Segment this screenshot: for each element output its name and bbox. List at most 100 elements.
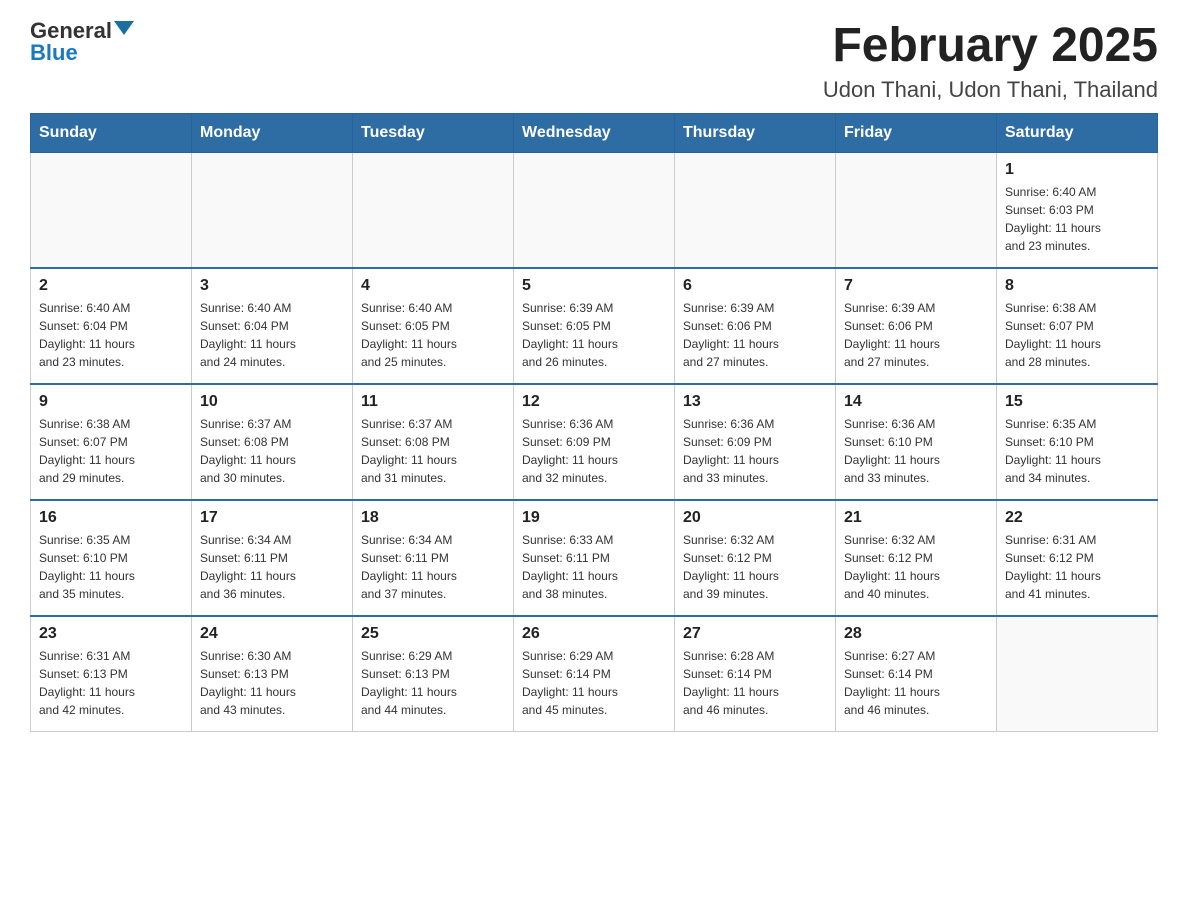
calendar-cell: 4 Sunrise: 6:40 AMSunset: 6:05 PMDaylight… bbox=[353, 268, 514, 384]
calendar-cell: 16 Sunrise: 6:35 AMSunset: 6:10 PMDayligh… bbox=[31, 500, 192, 616]
day-number: 18 bbox=[361, 509, 505, 527]
calendar-cell: 10 Sunrise: 6:37 AMSunset: 6:08 PMDayligh… bbox=[192, 384, 353, 500]
calendar-cell bbox=[997, 616, 1158, 732]
calendar-cell: 14Sunrise: 6:36 AMSunset: 6:10 PMDayligh… bbox=[836, 384, 997, 500]
day-info: Sunrise: 6:34 AMSunset: 6:11 PMDaylight:… bbox=[200, 531, 344, 603]
calendar-cell bbox=[192, 152, 353, 268]
day-info: Sunrise: 6:32 AMSunset: 6:12 PMDaylight:… bbox=[683, 531, 827, 603]
day-info: Sunrise: 6:37 AMSunset: 6:08 PMDaylight:… bbox=[361, 415, 505, 487]
calendar-cell bbox=[353, 152, 514, 268]
day-number: 28 bbox=[844, 625, 988, 643]
day-number: 4 bbox=[361, 277, 505, 295]
calendar-cell: 17 Sunrise: 6:34 AMSunset: 6:11 PMDayligh… bbox=[192, 500, 353, 616]
calendar-cell: 15 Sunrise: 6:35 AMSunset: 6:10 PMDayligh… bbox=[997, 384, 1158, 500]
calendar-week-row: 23 Sunrise: 6:31 AMSunset: 6:13 PMDayligh… bbox=[31, 616, 1158, 732]
weekday-header-row: SundayMondayTuesdayWednesdayThursdayFrid… bbox=[31, 113, 1158, 152]
day-info: Sunrise: 6:40 AMSunset: 6:04 PMDaylight:… bbox=[39, 299, 183, 371]
day-info: Sunrise: 6:36 AMSunset: 6:09 PMDaylight:… bbox=[683, 415, 827, 487]
day-info: Sunrise: 6:40 AMSunset: 6:03 PMDaylight:… bbox=[1005, 183, 1149, 255]
calendar-cell: 26 Sunrise: 6:29 AMSunset: 6:14 PMDayligh… bbox=[514, 616, 675, 732]
day-number: 16 bbox=[39, 509, 183, 527]
day-info: Sunrise: 6:36 AMSunset: 6:10 PMDaylight:… bbox=[844, 415, 988, 487]
calendar-cell: 11 Sunrise: 6:37 AMSunset: 6:08 PMDayligh… bbox=[353, 384, 514, 500]
calendar-cell: 21 Sunrise: 6:32 AMSunset: 6:12 PMDayligh… bbox=[836, 500, 997, 616]
day-info: Sunrise: 6:37 AMSunset: 6:08 PMDaylight:… bbox=[200, 415, 344, 487]
calendar-cell: 3Sunrise: 6:40 AMSunset: 6:04 PMDaylight… bbox=[192, 268, 353, 384]
calendar-subtitle: Udon Thani, Udon Thani, Thailand bbox=[823, 77, 1158, 103]
calendar-cell: 28 Sunrise: 6:27 AMSunset: 6:14 PMDayligh… bbox=[836, 616, 997, 732]
day-number: 1 bbox=[1005, 161, 1149, 179]
day-info: Sunrise: 6:39 AMSunset: 6:06 PMDaylight:… bbox=[683, 299, 827, 371]
day-info: Sunrise: 6:34 AMSunset: 6:11 PMDaylight:… bbox=[361, 531, 505, 603]
calendar-week-row: 1 Sunrise: 6:40 AMSunset: 6:03 PMDaylight… bbox=[31, 152, 1158, 268]
day-info: Sunrise: 6:33 AMSunset: 6:11 PMDaylight:… bbox=[522, 531, 666, 603]
day-number: 21 bbox=[844, 509, 988, 527]
day-number: 8 bbox=[1005, 277, 1149, 295]
day-number: 23 bbox=[39, 625, 183, 643]
day-number: 12 bbox=[522, 393, 666, 411]
day-number: 26 bbox=[522, 625, 666, 643]
weekday-header-wednesday: Wednesday bbox=[514, 113, 675, 152]
day-number: 10 bbox=[200, 393, 344, 411]
day-info: Sunrise: 6:35 AMSunset: 6:10 PMDaylight:… bbox=[1005, 415, 1149, 487]
day-number: 19 bbox=[522, 509, 666, 527]
weekday-header-sunday: Sunday bbox=[31, 113, 192, 152]
calendar-cell: 2Sunrise: 6:40 AMSunset: 6:04 PMDaylight… bbox=[31, 268, 192, 384]
calendar-cell: 24 Sunrise: 6:30 AMSunset: 6:13 PMDayligh… bbox=[192, 616, 353, 732]
calendar-cell bbox=[675, 152, 836, 268]
weekday-header-thursday: Thursday bbox=[675, 113, 836, 152]
calendar-cell: 18 Sunrise: 6:34 AMSunset: 6:11 PMDayligh… bbox=[353, 500, 514, 616]
logo-triangle-icon bbox=[114, 21, 134, 35]
day-info: Sunrise: 6:31 AMSunset: 6:12 PMDaylight:… bbox=[1005, 531, 1149, 603]
weekday-header-monday: Monday bbox=[192, 113, 353, 152]
logo-blue-text: Blue bbox=[30, 42, 78, 64]
weekday-header-tuesday: Tuesday bbox=[353, 113, 514, 152]
day-info: Sunrise: 6:30 AMSunset: 6:13 PMDaylight:… bbox=[200, 647, 344, 719]
calendar-cell bbox=[31, 152, 192, 268]
calendar-cell: 22 Sunrise: 6:31 AMSunset: 6:12 PMDayligh… bbox=[997, 500, 1158, 616]
day-info: Sunrise: 6:39 AMSunset: 6:05 PMDaylight:… bbox=[522, 299, 666, 371]
day-info: Sunrise: 6:27 AMSunset: 6:14 PMDaylight:… bbox=[844, 647, 988, 719]
day-info: Sunrise: 6:31 AMSunset: 6:13 PMDaylight:… bbox=[39, 647, 183, 719]
calendar-week-row: 16 Sunrise: 6:35 AMSunset: 6:10 PMDayligh… bbox=[31, 500, 1158, 616]
day-number: 27 bbox=[683, 625, 827, 643]
day-number: 15 bbox=[1005, 393, 1149, 411]
day-number: 22 bbox=[1005, 509, 1149, 527]
day-info: Sunrise: 6:35 AMSunset: 6:10 PMDaylight:… bbox=[39, 531, 183, 603]
page-header: General Blue February 2025 Udon Thani, U… bbox=[30, 20, 1158, 103]
day-info: Sunrise: 6:29 AMSunset: 6:14 PMDaylight:… bbox=[522, 647, 666, 719]
calendar-cell: 5 Sunrise: 6:39 AMSunset: 6:05 PMDaylight… bbox=[514, 268, 675, 384]
day-info: Sunrise: 6:40 AMSunset: 6:05 PMDaylight:… bbox=[361, 299, 505, 371]
calendar-cell: 7Sunrise: 6:39 AMSunset: 6:06 PMDaylight… bbox=[836, 268, 997, 384]
day-number: 3 bbox=[200, 277, 344, 295]
calendar-cell: 9Sunrise: 6:38 AMSunset: 6:07 PMDaylight… bbox=[31, 384, 192, 500]
day-number: 17 bbox=[200, 509, 344, 527]
calendar-cell bbox=[836, 152, 997, 268]
day-info: Sunrise: 6:32 AMSunset: 6:12 PMDaylight:… bbox=[844, 531, 988, 603]
calendar-cell: 25 Sunrise: 6:29 AMSunset: 6:13 PMDayligh… bbox=[353, 616, 514, 732]
logo-general-text: General bbox=[30, 20, 112, 42]
day-number: 11 bbox=[361, 393, 505, 411]
day-number: 6 bbox=[683, 277, 827, 295]
day-info: Sunrise: 6:29 AMSunset: 6:13 PMDaylight:… bbox=[361, 647, 505, 719]
calendar-cell: 27Sunrise: 6:28 AMSunset: 6:14 PMDayligh… bbox=[675, 616, 836, 732]
calendar-cell: 12 Sunrise: 6:36 AMSunset: 6:09 PMDayligh… bbox=[514, 384, 675, 500]
calendar-cell: 6 Sunrise: 6:39 AMSunset: 6:06 PMDaylight… bbox=[675, 268, 836, 384]
title-block: February 2025 Udon Thani, Udon Thani, Th… bbox=[823, 20, 1158, 103]
calendar-cell: 20 Sunrise: 6:32 AMSunset: 6:12 PMDayligh… bbox=[675, 500, 836, 616]
day-info: Sunrise: 6:38 AMSunset: 6:07 PMDaylight:… bbox=[1005, 299, 1149, 371]
calendar-cell: 23 Sunrise: 6:31 AMSunset: 6:13 PMDayligh… bbox=[31, 616, 192, 732]
logo: General Blue bbox=[30, 20, 134, 64]
day-number: 25 bbox=[361, 625, 505, 643]
day-info: Sunrise: 6:36 AMSunset: 6:09 PMDaylight:… bbox=[522, 415, 666, 487]
day-number: 7 bbox=[844, 277, 988, 295]
weekday-header-friday: Friday bbox=[836, 113, 997, 152]
day-number: 20 bbox=[683, 509, 827, 527]
calendar-cell: 13Sunrise: 6:36 AMSunset: 6:09 PMDayligh… bbox=[675, 384, 836, 500]
day-number: 5 bbox=[522, 277, 666, 295]
calendar-week-row: 2Sunrise: 6:40 AMSunset: 6:04 PMDaylight… bbox=[31, 268, 1158, 384]
calendar-cell: 19 Sunrise: 6:33 AMSunset: 6:11 PMDayligh… bbox=[514, 500, 675, 616]
calendar-table: SundayMondayTuesdayWednesdayThursdayFrid… bbox=[30, 113, 1158, 732]
day-number: 24 bbox=[200, 625, 344, 643]
day-number: 9 bbox=[39, 393, 183, 411]
